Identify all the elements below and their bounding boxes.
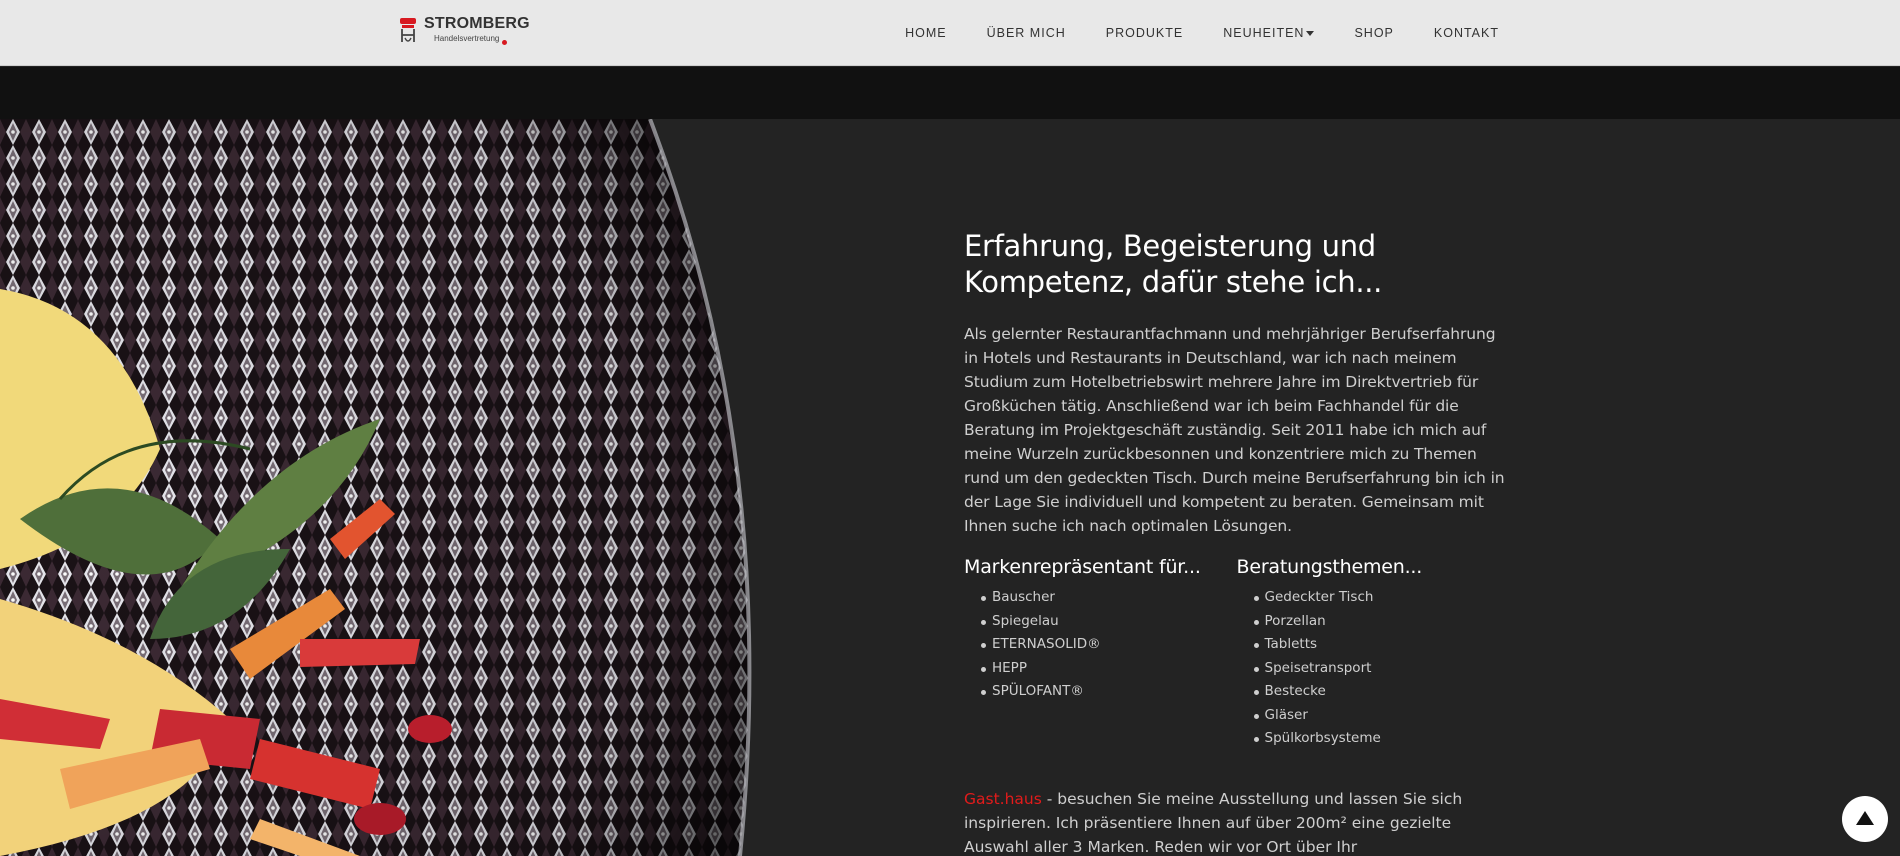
nav-neuheiten[interactable]: NEUHEITEN <box>1203 26 1334 40</box>
nav-produkte-label: PRODUKTE <box>1105 26 1184 40</box>
logo-dot <box>502 40 507 45</box>
brands-column: Markenrepräsentant für... Bauscher Spieg… <box>964 554 1237 751</box>
logo-subtitle: Handelsvertretung <box>434 34 500 43</box>
nav-shop-label: SHOP <box>1354 26 1394 40</box>
brands-list: Bauscher Spiegelau ETERNASOLID® HEPP SPÜ… <box>964 586 1237 704</box>
scroll-to-top-button[interactable] <box>1842 796 1888 842</box>
nav-home-label: HOME <box>905 26 947 40</box>
list-item: Tabletts <box>1253 633 1510 657</box>
arrow-up-icon <box>1856 810 1874 825</box>
main-nav: HOME ÜBER MICH PRODUKTE NEUHEITEN SHOP K… <box>885 0 1499 66</box>
list-item: Spülkorbsysteme <box>1253 727 1510 751</box>
list-item: Gläser <box>1253 704 1510 728</box>
dark-band <box>0 67 1900 119</box>
list-item: Bestecke <box>1253 680 1510 704</box>
topics-list: Gedeckter Tisch Porzellan Tabletts Speis… <box>1237 586 1510 751</box>
caret-down-icon <box>1306 30 1315 36</box>
nav-neuheiten-label: NEUHEITEN <box>1223 26 1305 40</box>
list-item: SPÜLOFANT® <box>981 680 1237 704</box>
page-headline: Erfahrung, Begeisterung und Kompetenz, d… <box>964 229 1383 299</box>
list-item: Speisetransport <box>1253 657 1510 681</box>
nav-kontakt[interactable]: KONTAKT <box>1414 26 1499 40</box>
logo-title: STROMBERG <box>424 15 530 32</box>
nav-kontakt-label: KONTAKT <box>1433 26 1499 40</box>
list-item: ETERNASOLID® <box>981 633 1237 657</box>
nav-produkte[interactable]: PRODUKTE <box>1086 26 1203 40</box>
nav-shop[interactable]: SHOP <box>1334 26 1413 40</box>
list-item: Bauscher <box>981 586 1237 610</box>
hero-image-crystal-plate <box>0 119 760 856</box>
brands-title: Markenrepräsentant für... <box>964 556 1201 578</box>
main-content: Erfahrung, Begeisterung und Kompetenz, d… <box>964 228 1509 856</box>
list-item: Gedeckter Tisch <box>1253 586 1510 610</box>
navbar: STROMBERG Handelsvertretung HOME ÜBER MI… <box>0 0 1900 66</box>
gasthaus-link[interactable]: Gast.haus <box>964 790 1042 808</box>
topics-column: Beratungsthemen... Gedeckter Tisch Porze… <box>1237 554 1510 751</box>
nav-ueber-mich-label: ÜBER MICH <box>986 26 1066 40</box>
site-logo[interactable]: STROMBERG Handelsvertretung <box>398 16 530 48</box>
list-item: Porzellan <box>1253 610 1510 634</box>
list-item: Spiegelau <box>981 610 1237 634</box>
nav-ueber-mich[interactable]: ÜBER MICH <box>967 26 1086 40</box>
info-columns: Markenrepräsentant für... Bauscher Spieg… <box>964 554 1509 751</box>
topics-title: Beratungsthemen... <box>1236 556 1423 578</box>
intro-paragraph: Als gelernter Restaurantfachmann und meh… <box>964 325 1505 535</box>
chair-logo-icon <box>400 18 416 42</box>
gasthaus-paragraph: Gast.haus - besuchen Sie meine Ausstellu… <box>964 787 1509 856</box>
nav-home[interactable]: HOME <box>885 26 967 40</box>
list-item: HEPP <box>981 657 1237 681</box>
logo-text: STROMBERG Handelsvertretung <box>424 16 530 43</box>
